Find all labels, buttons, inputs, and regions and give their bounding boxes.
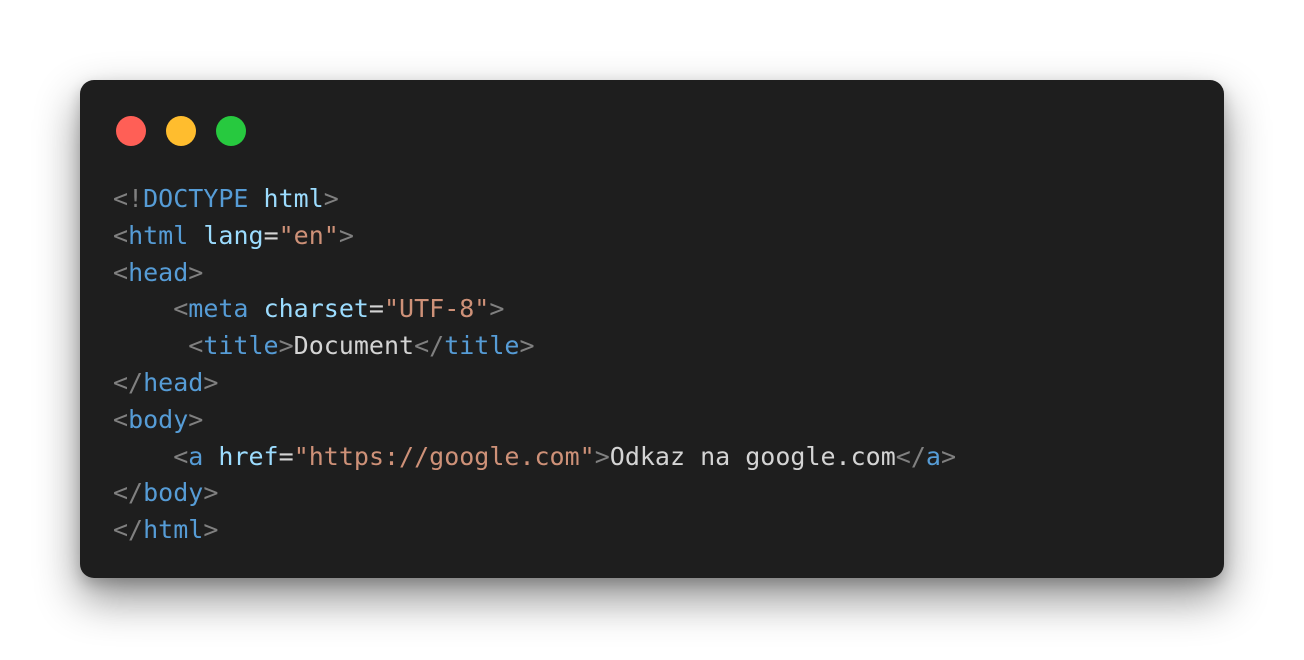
token-attribute: charset [263, 294, 369, 324]
code-line-7: <body> [113, 402, 956, 439]
token-keyword: DOCTYPE [143, 184, 249, 213]
code-block: <!DOCTYPE html> <html lang="en"> <head> <m… [113, 181, 956, 549]
token-doctype-name: html [263, 184, 324, 213]
minimize-dot-icon[interactable] [166, 116, 196, 146]
token-punctuation: < [113, 220, 129, 250]
code-line-5: <title>Document</title> [113, 328, 956, 365]
token-punctuation: > [203, 515, 219, 545]
token-tag: a [925, 441, 941, 471]
token-punctuation: < [188, 331, 204, 361]
token-punctuation: > [203, 367, 219, 397]
token-tag: html [128, 220, 189, 250]
token-tag: title [203, 331, 279, 361]
token-punctuation: > [203, 478, 219, 508]
token-punctuation: > [594, 441, 610, 471]
token-punctuation: <! [113, 184, 144, 213]
token-punctuation: < [113, 257, 129, 287]
code-line-10: </html> [113, 512, 956, 549]
token-equals: = [278, 441, 294, 471]
token-punctuation: </ [895, 441, 926, 471]
token-equals: = [368, 294, 384, 324]
token-punctuation: > [278, 331, 294, 361]
token-tag: body [128, 404, 189, 434]
maximize-dot-icon[interactable] [216, 116, 246, 146]
close-dot-icon[interactable] [116, 116, 146, 146]
token-punctuation: < [173, 294, 189, 324]
token-text: Odkaz na google.com [609, 441, 896, 471]
code-line-2: <html lang="en"> [113, 218, 956, 255]
token-tag: meta [188, 294, 249, 324]
code-line-9: </body> [113, 475, 956, 512]
token-tag: title [444, 331, 520, 361]
token-punctuation: </ [113, 478, 144, 508]
token-tag: head [143, 367, 204, 397]
code-line-8: <a href="https://google.com">Odkaz na go… [113, 439, 956, 476]
token-punctuation: > [519, 331, 535, 361]
token-string: "en" [278, 220, 339, 250]
code-line-3: <head> [113, 255, 956, 292]
token-punctuation: < [113, 404, 129, 434]
token-punctuation: > [940, 441, 956, 471]
token-punctuation: > [323, 184, 339, 213]
token-equals: = [263, 220, 279, 250]
token-attribute: lang [203, 220, 264, 250]
token-text: Document [293, 331, 415, 361]
token-punctuation: </ [414, 331, 445, 361]
token-string: "UTF-8" [383, 294, 490, 324]
token-punctuation: </ [113, 367, 144, 397]
token-string: "https://google.com" [293, 441, 595, 471]
token-punctuation: > [188, 257, 204, 287]
token-punctuation: </ [113, 515, 144, 545]
code-line-6: </head> [113, 365, 956, 402]
token-punctuation: > [489, 294, 505, 324]
token-attribute: href [218, 441, 279, 471]
token-tag: html [143, 515, 204, 545]
token-tag: head [128, 257, 189, 287]
token-punctuation: > [338, 220, 354, 250]
token-punctuation: > [188, 404, 204, 434]
token-punctuation: < [173, 441, 189, 471]
code-line-1: <!DOCTYPE html> [113, 181, 956, 218]
token-tag: body [143, 478, 204, 508]
code-window: <!DOCTYPE html> <html lang="en"> <head> <m… [80, 80, 1224, 578]
code-line-4: <meta charset="UTF-8"> [113, 291, 956, 328]
token-tag: a [188, 441, 204, 471]
